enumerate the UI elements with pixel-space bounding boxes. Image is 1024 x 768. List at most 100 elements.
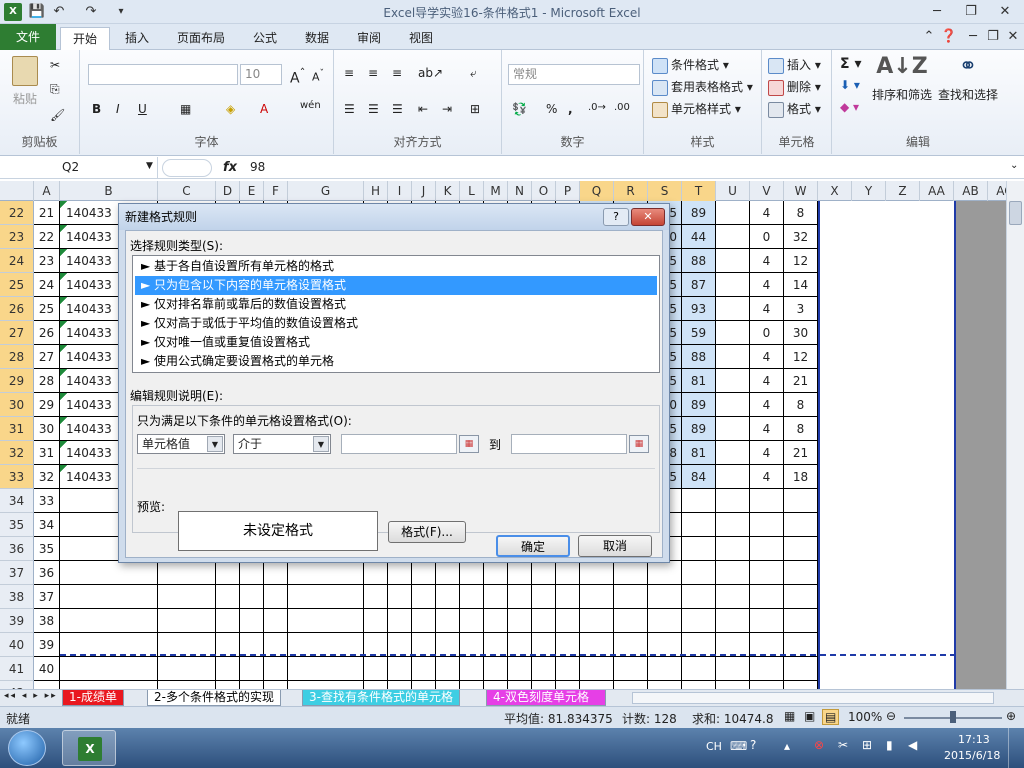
cell[interactable]	[614, 681, 648, 689]
rule-type-item[interactable]: ► 仅对高于或低于平均值的数值设置格式	[135, 314, 657, 333]
decrease-decimal-icon[interactable]: .00	[614, 102, 630, 113]
merge-center-icon[interactable]: ⊞	[470, 102, 480, 116]
cell[interactable]: 4	[750, 273, 784, 297]
cell[interactable]	[364, 681, 388, 689]
cell[interactable]	[750, 537, 784, 561]
cell[interactable]	[288, 609, 364, 633]
cell[interactable]	[784, 585, 818, 609]
font-color-icon[interactable]: A	[260, 102, 268, 116]
cell[interactable]	[682, 585, 716, 609]
insert-function-icon[interactable]: fx	[216, 157, 244, 179]
row-header[interactable]: 26	[0, 297, 34, 321]
column-header[interactable]: K	[436, 181, 460, 201]
cell[interactable]	[716, 321, 750, 345]
select-all-corner[interactable]	[0, 181, 34, 201]
tab-data[interactable]: 数据	[294, 27, 340, 50]
formula-value[interactable]: 98	[250, 157, 265, 178]
row-header[interactable]: 22	[0, 201, 34, 225]
tab-file[interactable]: 文件	[0, 24, 56, 50]
align-right-icon[interactable]: ☰	[392, 102, 403, 116]
cell[interactable]	[784, 609, 818, 633]
tab-insert[interactable]: 插入	[114, 27, 160, 50]
copy-icon[interactable]: ⎘	[50, 82, 60, 97]
column-header[interactable]: I	[388, 181, 412, 201]
column-header[interactable]: J	[412, 181, 436, 201]
cell[interactable]	[460, 561, 484, 585]
column-header[interactable]: S	[648, 181, 682, 201]
cell[interactable]	[388, 561, 412, 585]
cell[interactable]	[484, 681, 508, 689]
cell[interactable]	[716, 273, 750, 297]
column-header[interactable]: M	[484, 181, 508, 201]
column-header[interactable]: P	[556, 181, 580, 201]
paste-button[interactable]: 粘贴	[8, 56, 42, 107]
cell[interactable]	[264, 561, 288, 585]
tray-expand-icon[interactable]: ▴	[784, 739, 790, 753]
autosum-icon[interactable]: Σ ▾	[840, 56, 861, 72]
cell[interactable]: 59	[682, 321, 716, 345]
currency-icon[interactable]: 💱	[512, 102, 527, 116]
cell[interactable]: 14	[784, 273, 818, 297]
cell[interactable]: 18	[784, 465, 818, 489]
zoom-level[interactable]: 100%	[848, 710, 882, 724]
font-size-combo[interactable]: 10	[240, 64, 282, 85]
cell[interactable]: 12	[784, 249, 818, 273]
normal-view-icon[interactable]: ▦	[784, 709, 795, 723]
cell[interactable]	[580, 609, 614, 633]
cell[interactable]	[648, 585, 682, 609]
align-center-icon[interactable]: ☰	[368, 102, 379, 116]
row-header[interactable]: 35	[0, 513, 34, 537]
cell[interactable]	[784, 561, 818, 585]
cell[interactable]	[264, 681, 288, 689]
cell[interactable]	[648, 561, 682, 585]
cell[interactable]: 0	[750, 321, 784, 345]
cell[interactable]	[682, 561, 716, 585]
column-header[interactable]: Q	[580, 181, 614, 201]
cell[interactable]: 87	[682, 273, 716, 297]
cell[interactable]: 32	[34, 465, 60, 489]
phonetic-icon[interactable]: wén	[300, 100, 321, 111]
cell[interactable]	[614, 585, 648, 609]
cell[interactable]: 8	[784, 417, 818, 441]
row-header[interactable]: 36	[0, 537, 34, 561]
cell[interactable]	[716, 657, 750, 681]
cell[interactable]	[158, 657, 216, 681]
tray-tool-icon[interactable]: ✂	[838, 738, 848, 752]
cell[interactable]: 88	[682, 345, 716, 369]
cell[interactable]	[682, 681, 716, 689]
cancel-button[interactable]: 取消	[578, 535, 652, 557]
tab-view[interactable]: 视图	[398, 27, 444, 50]
cell[interactable]: 33	[34, 489, 60, 513]
delete-cells-button[interactable]: 删除 ▾	[768, 78, 821, 96]
cell[interactable]: 88	[682, 249, 716, 273]
cell[interactable]	[508, 585, 532, 609]
increase-decimal-icon[interactable]: .0→	[588, 102, 606, 113]
cell-styles-button[interactable]: 单元格样式 ▾	[652, 100, 741, 118]
cell[interactable]: 29	[34, 393, 60, 417]
cell[interactable]	[508, 681, 532, 689]
wb-close-icon[interactable]: ✕	[998, 27, 1024, 46]
cell[interactable]	[750, 585, 784, 609]
row-header[interactable]: 38	[0, 585, 34, 609]
increase-indent-icon[interactable]: ⇥	[442, 102, 452, 116]
cell[interactable]	[532, 561, 556, 585]
cell[interactable]: 0	[750, 225, 784, 249]
cell[interactable]: 25	[34, 297, 60, 321]
italic-icon[interactable]: I	[116, 102, 120, 116]
cell[interactable]: 22	[34, 225, 60, 249]
keyboard-icon[interactable]: ⌨	[730, 739, 747, 753]
cell[interactable]	[240, 609, 264, 633]
close-icon[interactable]: ✕	[990, 2, 1020, 21]
column-header[interactable]: F	[264, 181, 288, 201]
row-header[interactable]: 27	[0, 321, 34, 345]
cell[interactable]	[388, 657, 412, 681]
cell[interactable]	[364, 657, 388, 681]
cell[interactable]	[750, 681, 784, 689]
tray-security-icon[interactable]: ⊗	[814, 738, 824, 752]
cell[interactable]	[648, 657, 682, 681]
zoom-out-icon[interactable]: ⊖	[886, 709, 896, 723]
cell[interactable]	[240, 657, 264, 681]
row-header[interactable]: 40	[0, 633, 34, 657]
rule-type-item[interactable]: ► 基于各自值设置所有单元格的格式	[135, 257, 657, 276]
cell[interactable]	[288, 561, 364, 585]
